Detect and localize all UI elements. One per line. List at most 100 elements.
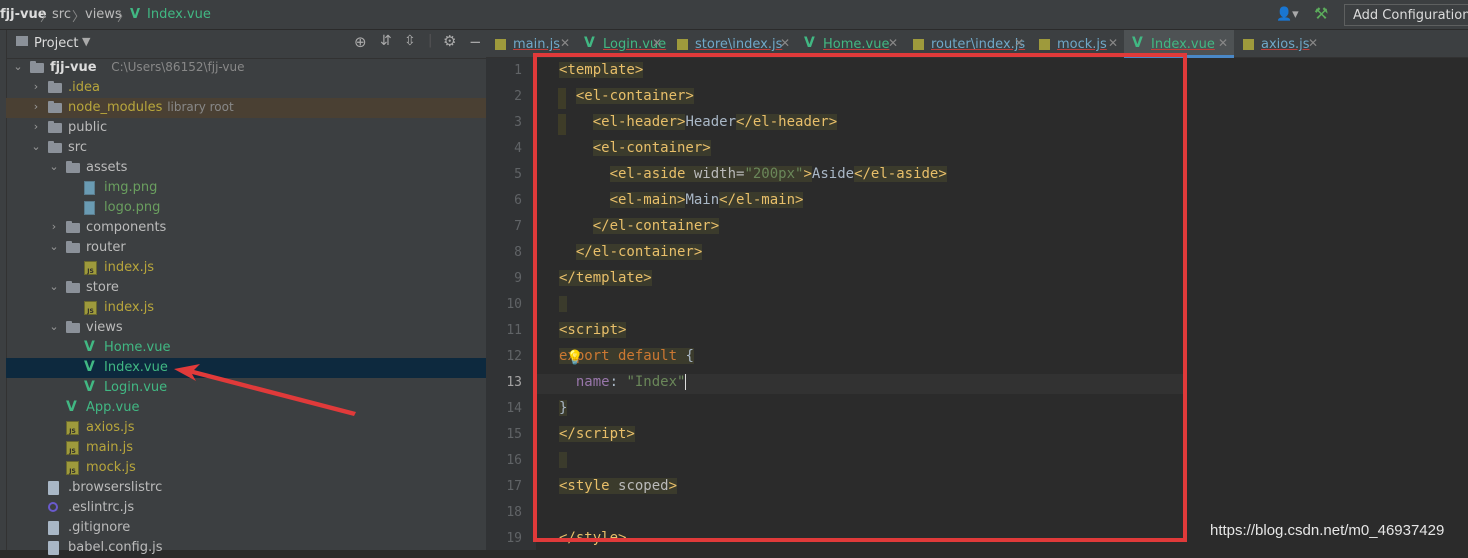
line-number: 12	[506, 349, 522, 364]
line-number: 10	[506, 297, 522, 312]
vue-icon: V	[130, 7, 141, 22]
breadcrumb-separator: 〉	[72, 10, 86, 25]
expand-all-icon[interactable]: ⇵	[380, 33, 392, 49]
js-file-icon: JS	[66, 441, 79, 455]
tree-item[interactable]: .gitignore	[6, 518, 486, 538]
chevron-down-icon[interactable]: ⌄	[48, 240, 60, 253]
tree-item[interactable]: img.png	[6, 178, 486, 198]
line-number: 7	[514, 219, 522, 234]
tree-item-label: router	[86, 240, 126, 255]
tree-item-label: views	[86, 320, 123, 335]
tree-item[interactable]: › public	[6, 118, 486, 138]
image-file-icon	[84, 201, 95, 215]
close-icon[interactable]: ✕	[888, 36, 898, 50]
eslint-icon	[48, 502, 58, 512]
folder-icon	[48, 101, 62, 113]
tree-item-label: node_modules	[68, 100, 163, 115]
tab-label: Index.vue	[1151, 37, 1215, 52]
build-hammer-icon[interactable]: ⚒	[1314, 4, 1328, 23]
vue-icon: V	[66, 399, 77, 415]
tree-item-label: .eslintrc.js	[68, 500, 135, 515]
tree-item[interactable]: .browserslistrc	[6, 478, 486, 498]
line-number: 9	[514, 271, 522, 286]
tree-item[interactable]: JS index.js	[6, 258, 486, 278]
locate-icon[interactable]: ⊕	[354, 33, 367, 51]
tree-item-label: fjj-vue	[50, 60, 97, 75]
tree-item-hint: library root	[167, 100, 234, 114]
vue-icon: V	[84, 359, 95, 375]
close-icon[interactable]: ✕	[1308, 36, 1318, 50]
tree-item[interactable]: ⌄ store	[6, 278, 486, 298]
chevron-down-icon[interactable]: ▼	[82, 35, 90, 48]
close-icon[interactable]: ✕	[1108, 36, 1118, 50]
project-view-title[interactable]: Project	[34, 36, 78, 51]
tree-item[interactable]: .eslintrc.js	[6, 498, 486, 518]
tree-item[interactable]: › node_modules library root	[6, 98, 486, 118]
add-configuration-button[interactable]: Add Configuration...	[1344, 4, 1468, 26]
user-icon[interactable]: 👤▾	[1276, 7, 1299, 22]
tree-item-label: components	[86, 220, 167, 235]
tree-item-label: .gitignore	[68, 520, 131, 535]
chevron-right-icon[interactable]: ›	[48, 220, 60, 233]
chevron-right-icon[interactable]: ›	[30, 120, 42, 133]
line-number: 11	[506, 323, 522, 338]
vue-icon: V	[1132, 35, 1143, 51]
tree-item[interactable]: JS main.js	[6, 438, 486, 458]
chevron-right-icon[interactable]: ›	[30, 80, 42, 93]
line-number: 6	[514, 193, 522, 208]
tree-item-hint: C:\Users\86152\fjj-vue	[111, 60, 245, 74]
tab-label: Home.vue	[823, 37, 890, 52]
tab-axios-js[interactable]: axios.js ✕	[1234, 30, 1324, 58]
breadcrumb-src[interactable]: src	[52, 7, 71, 22]
tree-item[interactable]: ⌄ src	[6, 138, 486, 158]
close-icon[interactable]: ✕	[780, 36, 790, 50]
line-number: 8	[514, 245, 522, 260]
tab-label: mock.js	[1057, 37, 1107, 52]
tree-item[interactable]: › .idea	[6, 78, 486, 98]
tree-item[interactable]: JS index.js	[6, 298, 486, 318]
tree-item-label: axios.js	[86, 420, 135, 435]
image-file-icon	[84, 181, 95, 195]
breadcrumb-separator: 〉	[117, 10, 131, 25]
tree-item-label: index.js	[104, 300, 155, 315]
tree-item[interactable]: V Home.vue	[6, 338, 486, 358]
vue-icon: V	[84, 339, 95, 355]
minimize-icon[interactable]: −	[469, 33, 482, 51]
annotation-arrow	[174, 364, 356, 416]
chevron-down-icon[interactable]: ⌄	[12, 60, 24, 73]
tree-item[interactable]: ⌄ views	[6, 318, 486, 338]
tree-item[interactable]: JS mock.js	[6, 458, 486, 478]
tree-item[interactable]: › components	[6, 218, 486, 238]
tree-item[interactable]: babel.config.js	[6, 538, 486, 558]
line-number: 2	[514, 89, 522, 104]
gear-icon[interactable]: ⚙	[443, 32, 456, 50]
file-icon	[48, 541, 59, 555]
js-file-icon	[1039, 39, 1050, 50]
tree-item[interactable]: logo.png	[6, 198, 486, 218]
chevron-down-icon[interactable]: ⌄	[48, 320, 60, 333]
js-file-icon	[495, 39, 506, 50]
file-icon	[48, 521, 59, 535]
tree-item-label: Login.vue	[104, 380, 168, 395]
vue-icon: V	[804, 35, 815, 51]
close-icon[interactable]: ✕	[560, 36, 570, 50]
chevron-down-icon[interactable]: ⌄	[48, 280, 60, 293]
tree-item[interactable]: ⌄ fjj-vue C:\Users\86152\fjj-vue	[6, 58, 486, 78]
close-icon[interactable]: ✕	[652, 36, 662, 50]
tree-item[interactable]: JS axios.js	[6, 418, 486, 438]
watermark: https://blog.csdn.net/m0_46937429	[1210, 522, 1445, 539]
tree-item[interactable]: ⌄ assets	[6, 158, 486, 178]
close-icon[interactable]: ✕	[1218, 36, 1228, 50]
collapse-all-icon[interactable]: ⇳	[404, 33, 416, 49]
folder-icon	[48, 81, 62, 93]
tree-item-label: Home.vue	[104, 340, 171, 355]
chevron-down-icon[interactable]: ⌄	[30, 140, 42, 153]
folder-icon	[66, 161, 80, 173]
breadcrumb-file[interactable]: Index.vue	[147, 7, 211, 22]
line-number: 5	[514, 167, 522, 182]
folder-icon	[66, 241, 80, 253]
chevron-right-icon[interactable]: ›	[30, 100, 42, 113]
tree-item[interactable]: ⌄ router	[6, 238, 486, 258]
chevron-down-icon[interactable]: ⌄	[48, 160, 60, 173]
close-icon[interactable]: ✕	[1014, 36, 1024, 50]
